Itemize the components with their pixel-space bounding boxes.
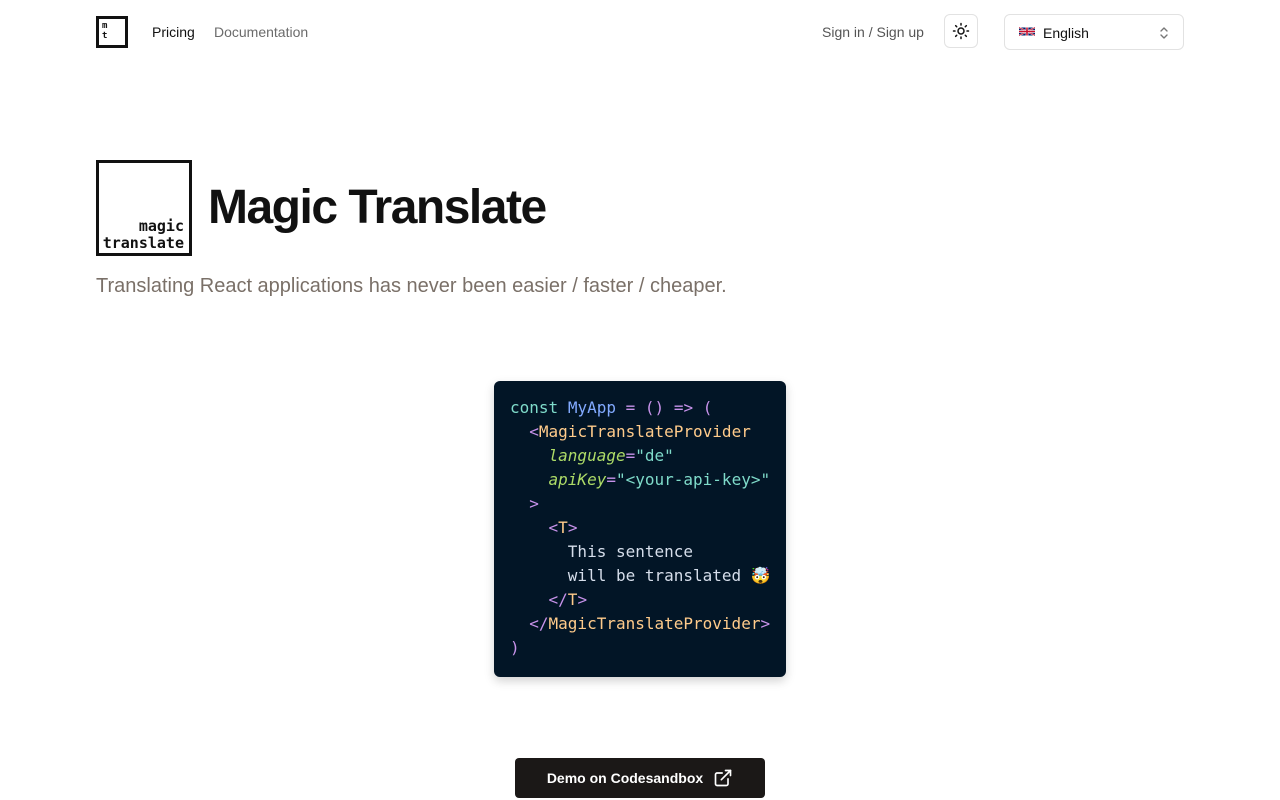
site-header: m t Pricing Documentation Sign in / Sign… [0,0,1280,64]
code-line: <MagicTranslateProvider [510,420,751,444]
code-token: = [606,470,616,489]
code-token: MyApp [567,398,616,417]
code-token: > [529,494,539,513]
code-token: MagicTranslateProvider [538,422,751,441]
code-token: = [625,398,636,417]
code-token: > [577,590,588,609]
hero-logo-word-translate: translate [102,234,184,252]
code-token: MagicTranslateProvider [548,614,761,633]
code-token: > [760,614,771,633]
hero-logo: magic translate [96,160,192,256]
code-token: const [510,398,559,417]
code-line: <T> [510,516,578,540]
hero-logo-word-magic: magic [138,217,184,235]
nav-pricing-link[interactable]: Pricing [152,23,195,41]
demo-codesandbox-button[interactable]: Demo on Codesandbox [515,758,765,798]
logo-letter-t: t [102,31,108,41]
sign-in-link[interactable]: Sign in / Sign up [822,23,924,41]
code-token: < [529,422,539,441]
code-token: "de" [635,446,674,465]
sun-icon [952,22,970,40]
external-link-icon [714,769,732,787]
code-line: will be translated 🤯 [510,564,771,588]
code-token: ) [510,638,520,657]
hero-tagline: Translating React applications has never… [96,275,727,297]
code-token: = [625,446,636,465]
code-line: const MyApp = () => ( [510,396,712,420]
code-token: apiKey [548,470,607,489]
code-token: < [548,518,559,537]
code-token: => [673,398,694,417]
code-token: This sentence [567,542,694,561]
code-token: </ [548,590,568,609]
logo-icon[interactable]: m t [96,16,128,48]
chevron-up-down-icon [1160,27,1168,39]
code-token: > [567,518,578,537]
logo-letter-m: m [102,21,108,31]
demo-button-label: Demo on Codesandbox [546,770,704,786]
code-line: language="de" [510,444,674,468]
code-line: apiKey="<your-api-key>" [510,468,771,492]
page-title: Magic Translate [208,181,547,234]
code-token: T [567,590,578,609]
uk-flag-icon [1019,26,1035,37]
language-selected-value: English [1043,25,1089,41]
code-token: language [548,446,626,465]
code-line: > [510,492,539,516]
code-token: will be translated 🤯 [567,566,771,585]
code-line: </T> [510,588,588,612]
code-token: "<your-api-key>" [615,470,771,489]
code-token: () [644,398,665,417]
code-line: </MagicTranslateProvider> [510,612,770,636]
code-token: T [558,518,568,537]
language-select[interactable]: English [1004,14,1184,50]
code-line: ) [510,636,520,660]
code-token: ( [702,398,713,417]
nav-documentation-link[interactable]: Documentation [214,23,308,41]
code-line: This sentence [510,540,693,564]
code-token: </ [529,614,549,633]
theme-toggle-button[interactable] [944,14,978,48]
code-sample: const MyApp = () => ( <MagicTranslatePro… [494,381,786,677]
